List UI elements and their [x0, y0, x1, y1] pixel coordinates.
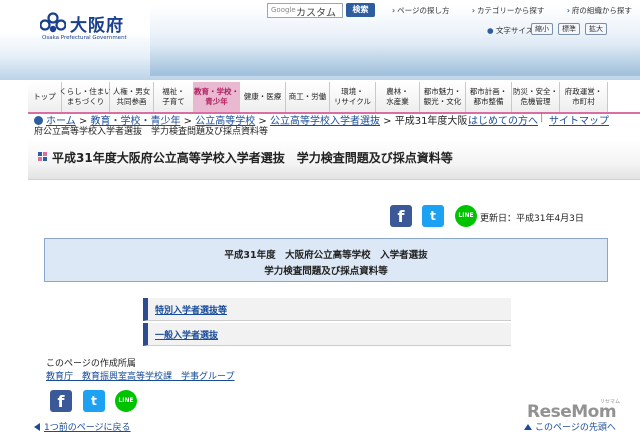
- resemom-watermark: ReseMom: [527, 402, 617, 422]
- section-link-label: 特別入学者選抜等: [155, 306, 228, 316]
- breadcrumb-current: 平成31年度大阪: [394, 116, 468, 127]
- page-title-bar: 平成31年度大阪府公立高等学校入学者選抜 学力検査問題及び採点資料等: [28, 140, 640, 180]
- nav-item-agriculture[interactable]: 農林・ 水産業: [376, 82, 420, 112]
- twitter-icon[interactable]: t: [83, 390, 105, 412]
- search-engine-label: Google: [271, 6, 296, 14]
- osaka-emblem-icon: [40, 12, 66, 33]
- font-size-standard-button[interactable]: 標準: [558, 23, 580, 35]
- sitemap-link[interactable]: サイトマップ: [549, 112, 609, 127]
- content-heading-line1: 平成31年度 大阪府公立高等学校 入学者選抜: [224, 250, 428, 261]
- breadcrumb-admission[interactable]: 公立高等学校入学者選抜: [270, 116, 380, 127]
- arrow-right-icon: ›: [566, 6, 570, 15]
- logo-subtitle: Osaka Prefectural Government: [42, 35, 127, 41]
- font-size-label: ● 文字サイズ:: [487, 26, 536, 35]
- font-size-small-button[interactable]: 縮小: [531, 23, 553, 35]
- search-input-value: カスタム: [296, 8, 336, 19]
- nav-item-culture[interactable]: 都市魅力・ 観光・文化: [420, 82, 466, 112]
- nav-item-administration[interactable]: 府政運営・ 市町村: [560, 82, 608, 112]
- arrow-right-icon: ›: [392, 6, 396, 15]
- link-separator: |: [540, 112, 544, 123]
- nav-item-health[interactable]: 健康・医療: [240, 82, 286, 112]
- content-heading-line2: 学力検査問題及び採点資料等: [264, 266, 388, 277]
- beginner-link[interactable]: はじめての方へ: [468, 112, 538, 127]
- arrow-left-icon: [34, 423, 40, 431]
- top-link-by-category[interactable]: › カテゴリーから探す: [472, 6, 555, 15]
- bullet-icon: ●: [487, 26, 494, 35]
- line-icon[interactable]: LINE: [455, 205, 477, 227]
- nav-item-commerce[interactable]: 商工・労働: [286, 82, 330, 112]
- search-button[interactable]: 検索: [346, 3, 375, 17]
- section-link-special-admission[interactable]: 特別入学者選抜等: [143, 298, 511, 321]
- header-skyline-image: [150, 6, 640, 76]
- top-link-by-organization[interactable]: › 府の組織から探す: [567, 6, 640, 15]
- logo-text: 大阪府: [70, 16, 124, 36]
- page-title: 平成31年度大阪府公立高等学校入学者選抜 学力検査問題及び採点資料等: [52, 151, 453, 165]
- global-nav: トップ くらし・住まい まちづくり 人権・男女 共同参画 福祉・ 子育て 教育・学校・…: [28, 82, 640, 112]
- site-header: 大阪府 Osaka Prefectural Government Google …: [0, 0, 640, 80]
- facebook-icon[interactable]: f: [390, 205, 412, 227]
- title-squares-icon: [38, 152, 48, 162]
- nav-item-environment[interactable]: 環境・ リサイクル: [330, 82, 376, 112]
- nav-item-living[interactable]: くらし・住まい まちづくり: [59, 82, 112, 112]
- page-maker-link[interactable]: 教育庁 教育振興室高等学校課 学事グループ: [46, 369, 234, 382]
- twitter-icon[interactable]: t: [422, 205, 444, 227]
- section-link-general-admission[interactable]: 一般入学者選抜: [143, 323, 511, 346]
- font-size-large-button[interactable]: 拡大: [585, 23, 607, 35]
- resemom-watermark-sub: リセマム: [600, 399, 621, 405]
- osaka-logo[interactable]: 大阪府 Osaka Prefectural Government: [40, 10, 150, 41]
- nav-item-welfare[interactable]: 福祉・ 子育て: [154, 82, 194, 112]
- arrow-right-icon: ›: [471, 6, 475, 15]
- nav-item-urban-planning[interactable]: 都市計画・ 都市整備: [466, 82, 512, 112]
- top-links: › ページの探し方 › カテゴリーから探す › 府の組織から探す: [392, 5, 640, 16]
- update-date: 更新日：平成31年4月3日: [480, 214, 584, 224]
- search-input[interactable]: Google カスタム: [267, 3, 343, 19]
- section-link-label: 一般入学者選抜: [155, 331, 219, 341]
- nav-item-top[interactable]: トップ: [28, 82, 62, 112]
- facebook-icon[interactable]: f: [50, 390, 72, 412]
- nav-item-human-rights[interactable]: 人権・男女 共同参画: [110, 82, 154, 112]
- top-link-how-to-find[interactable]: › ページの探し方: [392, 6, 459, 15]
- content-heading-box: 平成31年度 大阪府公立高等学校 入学者選抜 学力検査問題及び採点資料等: [44, 238, 608, 282]
- nav-item-education[interactable]: 教育・学校・ 青少年: [194, 82, 240, 112]
- nav-item-disaster[interactable]: 防災・安全・ 危機管理: [512, 82, 560, 112]
- arrow-up-icon: [524, 424, 532, 430]
- breadcrumb-current-continued: 府公立高等学校入学者選抜 学力検査問題及び採点資料等: [34, 127, 269, 137]
- line-icon[interactable]: LINE: [115, 390, 137, 412]
- back-link[interactable]: 1つ前のページに戻る: [34, 420, 131, 433]
- page-maker-label: このページの作成所属: [46, 359, 136, 369]
